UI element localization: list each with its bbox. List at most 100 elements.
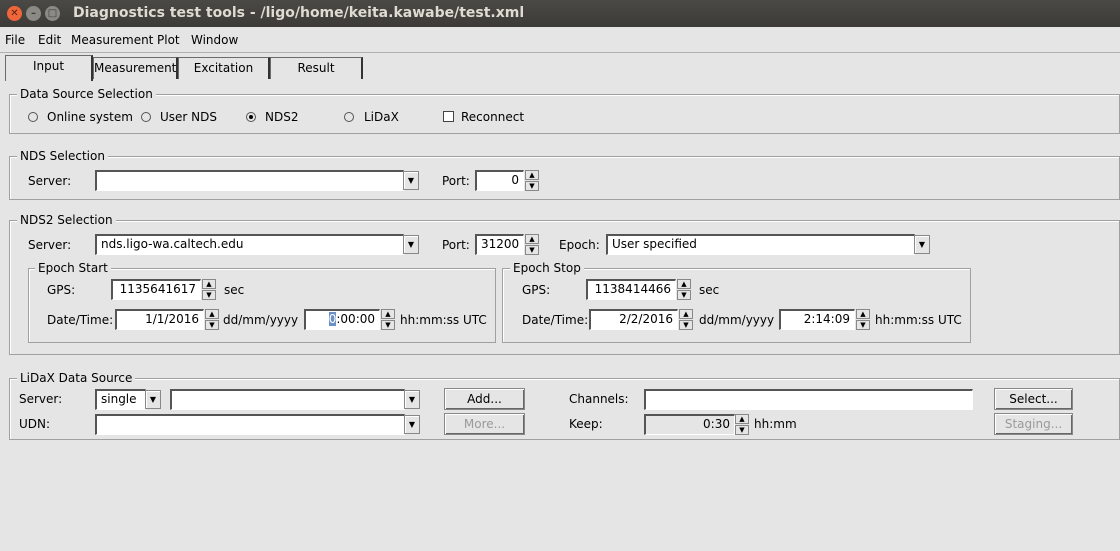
lidax-udn-input[interactable] — [95, 414, 405, 435]
menu-plot[interactable]: Plot — [157, 33, 180, 47]
radio-lidax[interactable] — [344, 112, 354, 122]
lidax-server-mode-dropdown-icon[interactable]: ▼ — [145, 390, 161, 409]
spin-down-icon[interactable]: ▼ — [856, 320, 870, 330]
tab-measurement[interactable]: Measurement — [93, 57, 178, 79]
more-button[interactable]: More... — [444, 413, 525, 435]
epoch-stop-group — [502, 268, 971, 343]
tab-excitation[interactable]: Excitation — [178, 57, 270, 79]
spin-down-icon[interactable]: ▼ — [735, 425, 749, 435]
epoch-start-time-spinner[interactable]: ▲ ▼ — [381, 309, 395, 330]
epoch-start-date-label: Date/Time: — [47, 313, 114, 327]
spin-down-icon[interactable]: ▼ — [381, 320, 395, 330]
close-icon[interactable]: ✕ — [7, 6, 22, 21]
menu-edit[interactable]: Edit — [38, 33, 61, 47]
epoch-stop-date-label: Date/Time: — [522, 313, 589, 327]
add-button[interactable]: Add... — [444, 388, 525, 410]
nds2-title: NDS2 Selection — [17, 213, 116, 227]
nds-port-spinner[interactable]: ▲ ▼ — [525, 170, 539, 191]
reconnect-checkbox[interactable] — [443, 111, 454, 122]
nds2-epoch-select[interactable]: User specified — [606, 234, 915, 255]
spin-up-icon[interactable]: ▲ — [679, 309, 693, 319]
tab-bar: Input Measurement Excitation Result — [0, 53, 1120, 81]
lidax-udn-label: UDN: — [19, 417, 51, 431]
nds-server-label: Server: — [28, 174, 72, 188]
tab-result[interactable]: Result — [270, 57, 363, 79]
data-source-title: Data Source Selection — [17, 87, 156, 101]
epoch-stop-time-unit: hh:mm:ss UTC — [875, 313, 962, 327]
spin-down-icon[interactable]: ▼ — [525, 181, 539, 191]
epoch-stop-gps-spinner[interactable]: ▲ ▼ — [677, 279, 691, 300]
epoch-start-time-unit: hh:mm:ss UTC — [400, 313, 487, 327]
menu-window[interactable]: Window — [191, 33, 238, 47]
nds-server-dropdown-icon[interactable]: ▼ — [403, 171, 419, 190]
spin-down-icon[interactable]: ▼ — [679, 320, 693, 330]
spin-down-icon[interactable]: ▼ — [677, 290, 691, 300]
epoch-stop-gps-unit: sec — [699, 283, 720, 297]
window-title: Diagnostics test tools - /ligo/home/keit… — [73, 5, 525, 21]
spin-up-icon[interactable]: ▲ — [525, 234, 539, 244]
nds2-server-input[interactable]: nds.ligo-wa.caltech.edu — [95, 234, 404, 255]
spin-down-icon[interactable]: ▼ — [205, 320, 219, 330]
label-user-nds: User NDS — [160, 110, 217, 124]
epoch-stop-date-unit: dd/mm/yyyy — [699, 313, 775, 327]
nds2-port-input[interactable]: 31200 — [475, 234, 524, 255]
epoch-start-group — [28, 268, 496, 343]
nds-port-label: Port: — [442, 174, 470, 188]
menu-file[interactable]: File — [5, 33, 25, 47]
nds2-server-dropdown-icon[interactable]: ▼ — [403, 235, 419, 254]
spin-up-icon[interactable]: ▲ — [525, 170, 539, 180]
nds2-epoch-label: Epoch: — [559, 238, 600, 252]
lidax-keep-spinner[interactable]: ▲ ▼ — [735, 414, 749, 435]
radio-user-nds[interactable] — [141, 112, 151, 122]
label-nds2: NDS2 — [265, 110, 299, 124]
spin-up-icon[interactable]: ▲ — [677, 279, 691, 289]
epoch-start-time-value: :00:00 — [336, 312, 375, 326]
nds2-port-spinner[interactable]: ▲ ▼ — [525, 234, 539, 255]
spin-down-icon[interactable]: ▼ — [202, 290, 216, 300]
lidax-server-mode-select[interactable]: single — [95, 389, 146, 410]
epoch-start-date-unit: dd/mm/yyyy — [223, 313, 299, 327]
epoch-start-gps-unit: sec — [224, 283, 245, 297]
label-online-system: Online system — [47, 110, 133, 124]
minimize-icon[interactable]: – — [26, 6, 41, 21]
lidax-server-input[interactable] — [170, 389, 405, 410]
tab-input[interactable]: Input — [5, 55, 93, 81]
epoch-start-time-input[interactable]: 0:00:00 — [304, 309, 380, 330]
spin-up-icon[interactable]: ▲ — [205, 309, 219, 319]
spin-up-icon[interactable]: ▲ — [856, 309, 870, 319]
epoch-stop-gps-input[interactable]: 1138414466 — [586, 279, 676, 300]
epoch-start-gps-input[interactable]: 1135641617 — [111, 279, 201, 300]
label-reconnect: Reconnect — [461, 110, 525, 124]
lidax-channels-input[interactable] — [644, 389, 973, 410]
epoch-start-date-spinner[interactable]: ▲ ▼ — [205, 309, 219, 330]
radio-nds2[interactable] — [246, 112, 256, 122]
lidax-keep-input[interactable]: 0:30 — [644, 414, 735, 435]
epoch-stop-time-spinner[interactable]: ▲ ▼ — [856, 309, 870, 330]
title-bar: ✕ – □ Diagnostics test tools - /ligo/hom… — [0, 0, 1120, 27]
epoch-start-gps-spinner[interactable]: ▲ ▼ — [202, 279, 216, 300]
label-lidax: LiDaX — [364, 110, 399, 124]
epoch-stop-time-input[interactable]: 2:14:09 — [779, 309, 855, 330]
radio-online-system[interactable] — [28, 112, 38, 122]
nds-server-input[interactable] — [95, 170, 404, 191]
epoch-stop-date-spinner[interactable]: ▲ ▼ — [679, 309, 693, 330]
spin-up-icon[interactable]: ▲ — [381, 309, 395, 319]
spin-down-icon[interactable]: ▼ — [525, 245, 539, 255]
nds2-port-label: Port: — [442, 238, 470, 252]
epoch-stop-title: Epoch Stop — [510, 261, 584, 275]
epoch-start-date-input[interactable]: 1/1/2016 — [115, 309, 204, 330]
epoch-stop-date-input[interactable]: 2/2/2016 — [589, 309, 678, 330]
maximize-icon[interactable]: □ — [45, 6, 60, 21]
lidax-channels-label: Channels: — [569, 392, 629, 406]
epoch-stop-gps-label: GPS: — [522, 283, 551, 297]
nds-port-input[interactable]: 0 — [475, 170, 524, 191]
lidax-server-dropdown-icon[interactable]: ▼ — [404, 390, 420, 409]
lidax-udn-dropdown-icon[interactable]: ▼ — [404, 415, 420, 434]
staging-button[interactable]: Staging... — [994, 413, 1073, 435]
nds2-epoch-dropdown-icon[interactable]: ▼ — [914, 235, 930, 254]
spin-up-icon[interactable]: ▲ — [735, 414, 749, 424]
menu-measurement[interactable]: Measurement — [71, 33, 153, 47]
lidax-title: LiDaX Data Source — [17, 371, 136, 385]
spin-up-icon[interactable]: ▲ — [202, 279, 216, 289]
select-button[interactable]: Select... — [994, 388, 1073, 410]
